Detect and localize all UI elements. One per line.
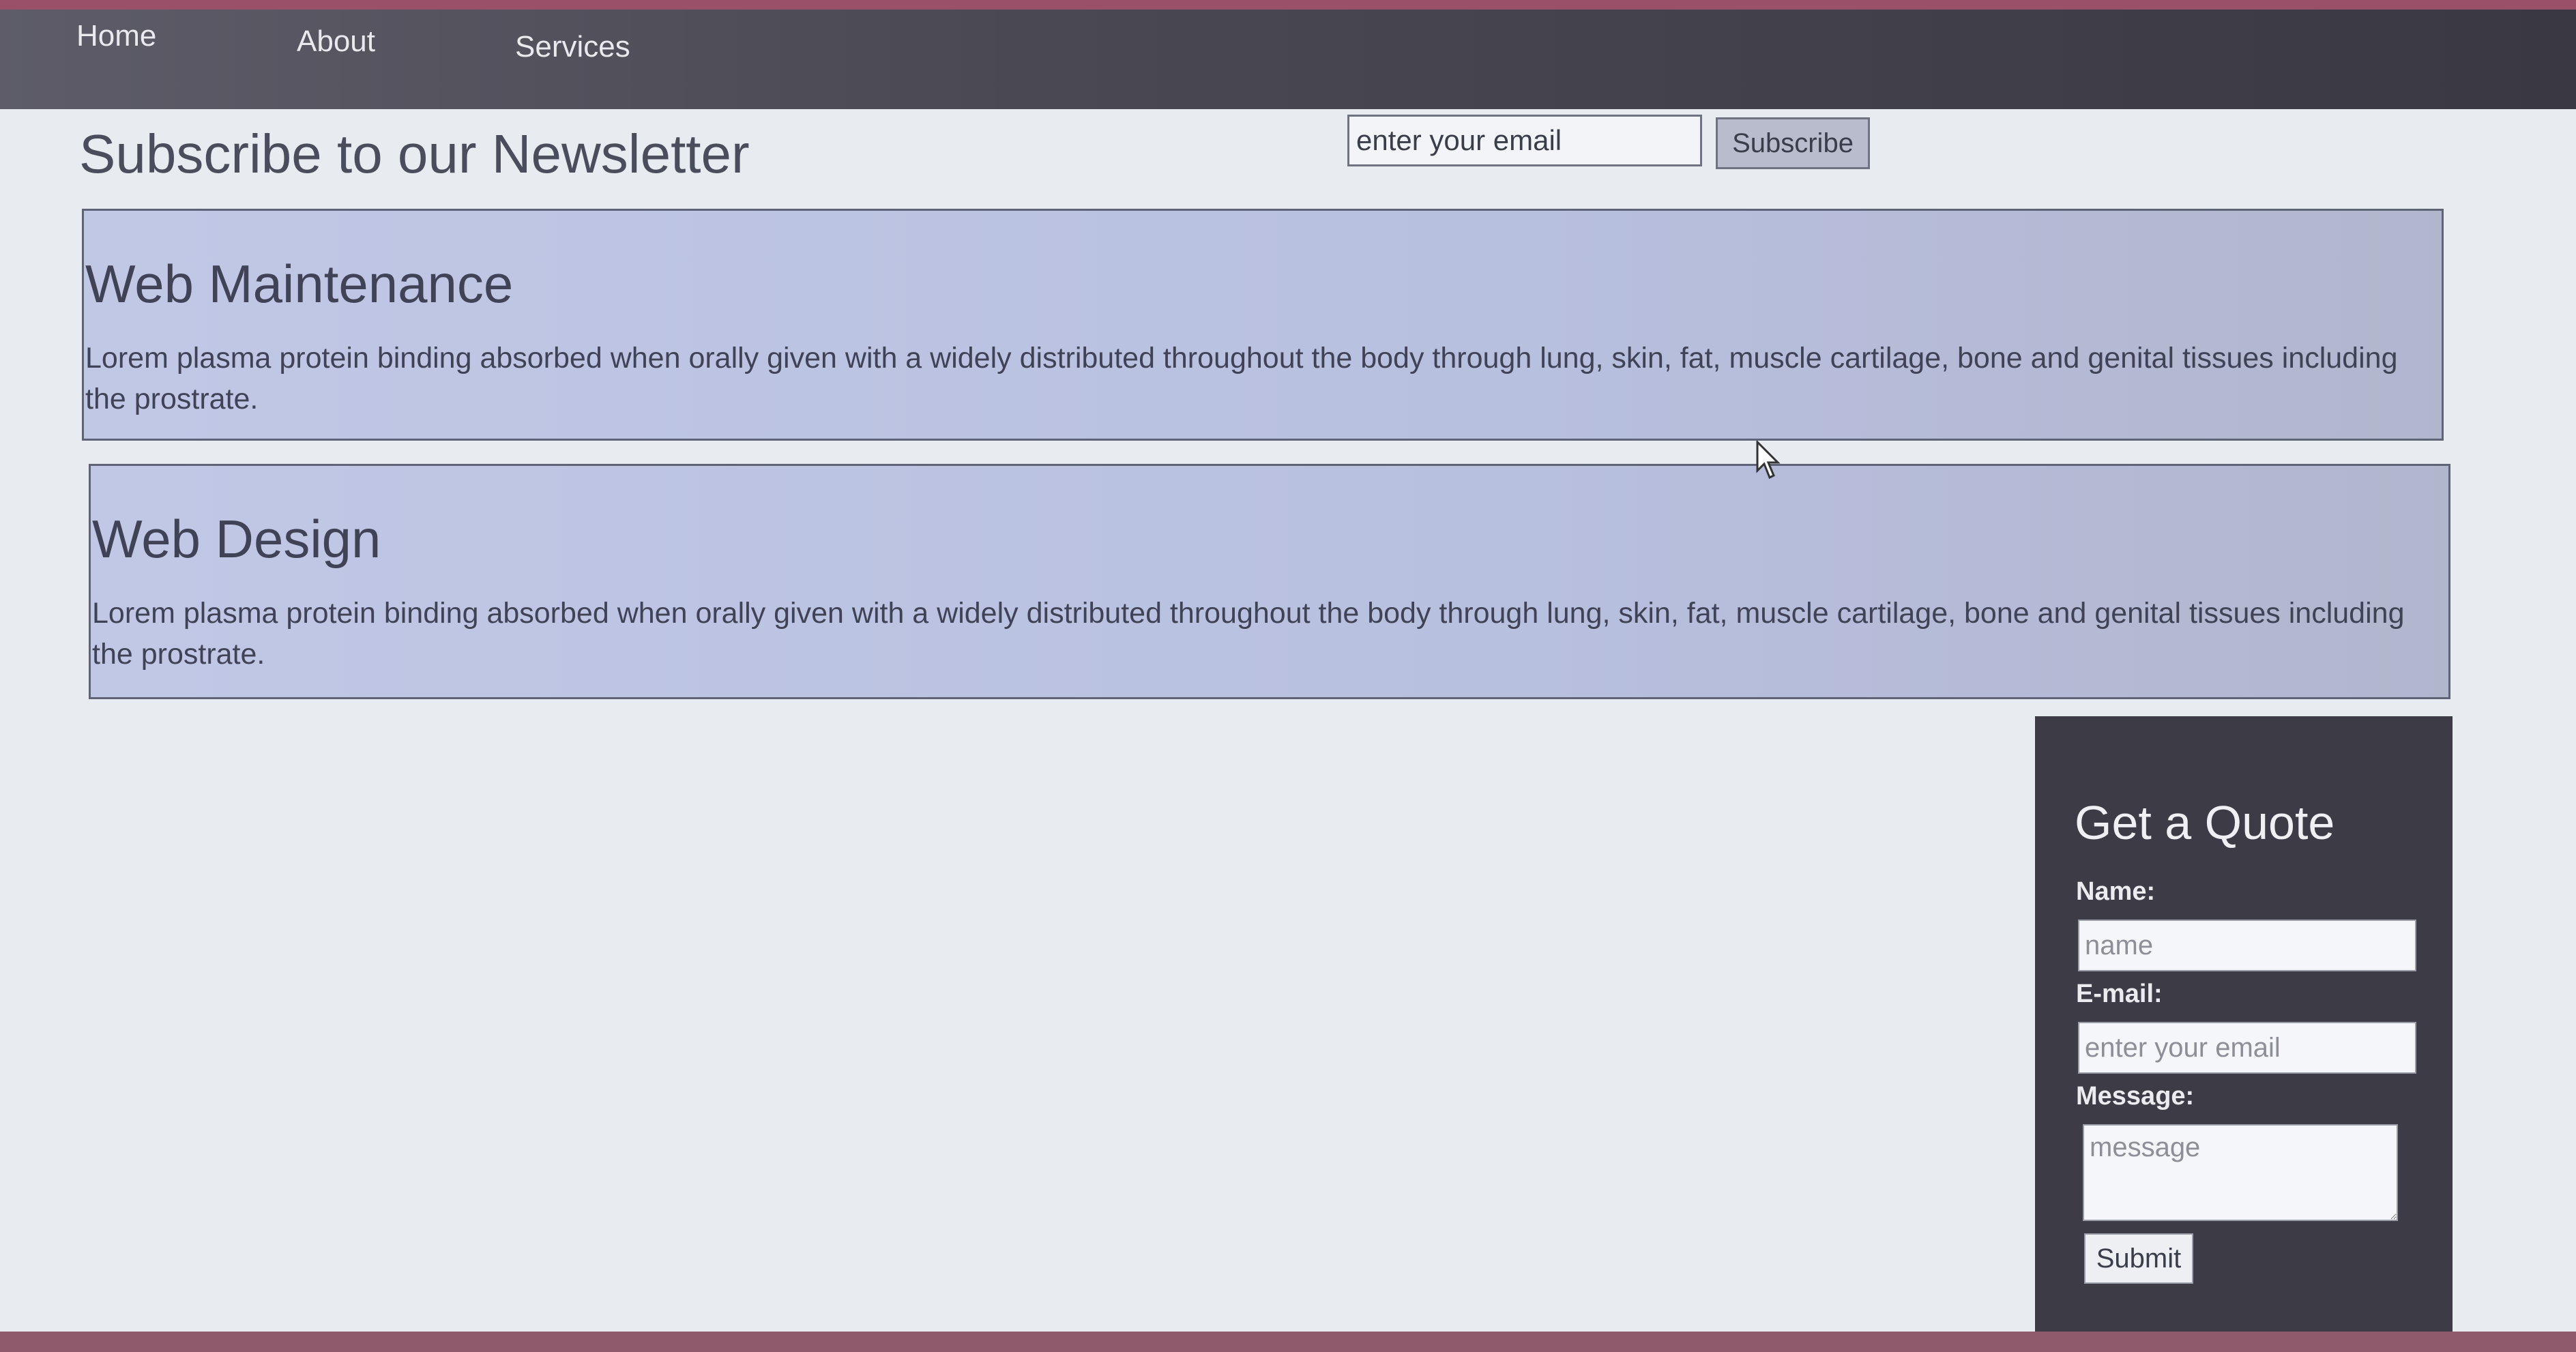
- newsletter-email-input[interactable]: [1347, 115, 1702, 166]
- subscribe-button[interactable]: Subscribe: [1716, 117, 1870, 169]
- service-description: Lorem plasma protein binding absorbed wh…: [85, 342, 2398, 415]
- top-navigation-bar: Home About Services: [0, 0, 2576, 109]
- email-label: E-mail:: [2076, 980, 2163, 1008]
- nav-item-home[interactable]: Home: [76, 19, 156, 53]
- submit-button[interactable]: Submit: [2084, 1233, 2193, 1284]
- get-a-quote-panel: Get a Quote Name: E-mail: Message: Submi…: [2035, 716, 2453, 1352]
- name-field[interactable]: [2078, 920, 2416, 971]
- service-card-web-maintenance: Web Maintenance Lorem plasma protein bin…: [82, 209, 2444, 441]
- nav-item-about[interactable]: About: [297, 25, 375, 59]
- newsletter-title: Subscribe to our Newsletter: [79, 123, 750, 184]
- quote-title: Get a Quote: [2075, 796, 2335, 849]
- message-label: Message:: [2076, 1082, 2195, 1111]
- email-field[interactable]: [2078, 1022, 2416, 1074]
- service-title: Web Maintenance: [85, 254, 514, 314]
- service-title: Web Design: [92, 509, 381, 569]
- service-card-web-design: Web Design Lorem plasma protein binding …: [89, 464, 2450, 699]
- taskbar-strip: [0, 1332, 2576, 1352]
- nav-item-services[interactable]: Services: [515, 30, 630, 64]
- service-description: Lorem plasma protein binding absorbed wh…: [92, 597, 2405, 671]
- message-field[interactable]: [2083, 1124, 2398, 1221]
- top-accent-strip: [0, 0, 2576, 10]
- name-label: Name:: [2076, 877, 2156, 906]
- mouse-pointer-icon: [1756, 441, 1781, 480]
